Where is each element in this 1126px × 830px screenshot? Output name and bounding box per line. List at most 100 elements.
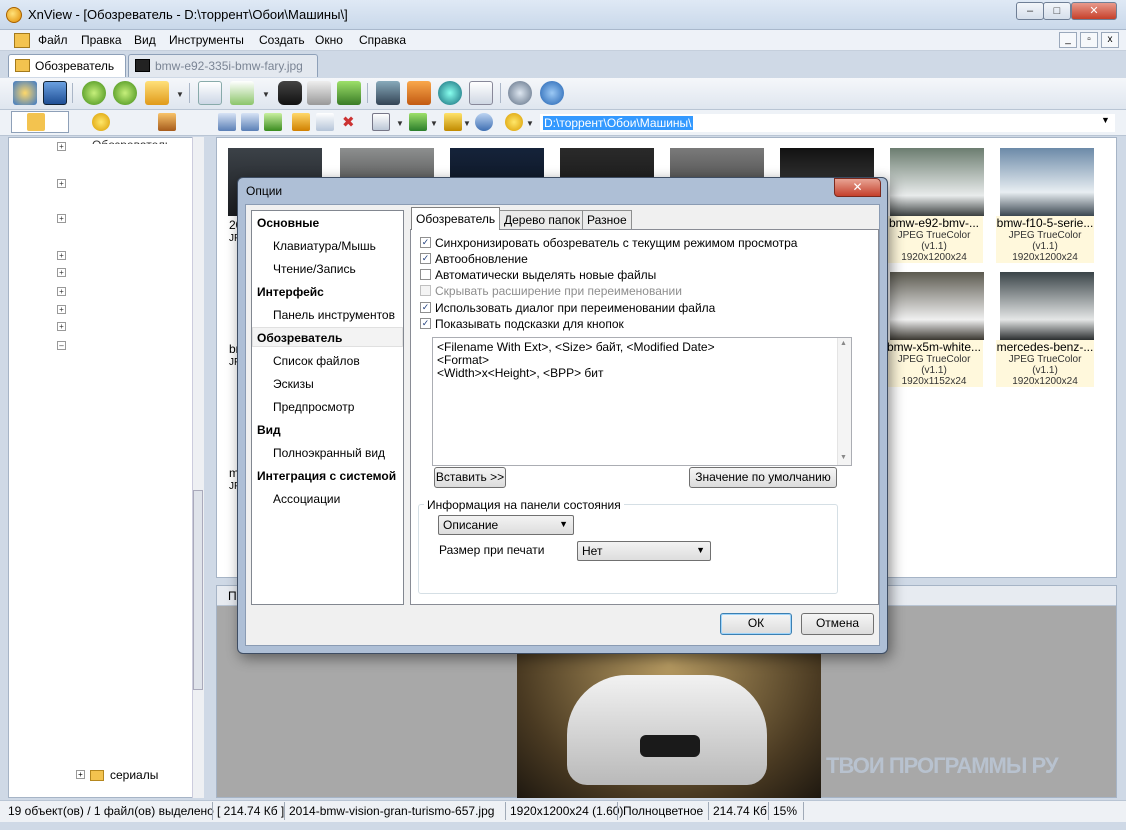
forward-arrow-icon[interactable] [241,113,259,131]
cancel-button[interactable]: Отмена [801,613,874,635]
checkbox-rename-dialog[interactable]: ✓ [420,302,431,313]
info-icon[interactable] [198,81,222,105]
address-input[interactable]: D:\торрент\Обои\Машины\ [540,114,1115,132]
nav-browser[interactable]: Обозреватель [257,331,342,345]
checkbox-tooltips[interactable]: ✓ [420,318,431,329]
menu-edit[interactable]: Правка [81,33,122,47]
thumbnail-image[interactable] [890,272,984,340]
slideshow-icon[interactable] [337,81,361,105]
info-circle-icon[interactable] [540,81,564,105]
nav-view[interactable]: Вид [257,423,281,437]
thumbnail-image[interactable] [890,148,984,216]
binoculars-icon[interactable] [278,81,302,105]
favorites-star-icon[interactable] [505,113,523,131]
chevron-down-icon[interactable]: ▼ [526,119,534,128]
nav-basic[interactable]: Основные [257,216,319,230]
tree-scrollbar[interactable] [192,137,204,798]
menu-create[interactable]: Создать [259,33,305,47]
tree-expander[interactable]: + [57,179,66,188]
tab-image[interactable]: bmw-e92-335i-bmw-fary.jpg [128,54,318,77]
chevron-down-icon[interactable]: ▼ [176,90,184,99]
view-mode-icon[interactable] [372,113,390,131]
export-icon[interactable] [230,81,254,105]
nav-integration[interactable]: Интеграция с системой [257,469,396,483]
thumbnail-caption[interactable]: mercedes-benz-... JPEG TrueColor (v1.1) … [996,340,1094,387]
tree-item[interactable]: сериалы [110,768,158,782]
rotate-left-icon[interactable] [82,81,106,105]
checkbox-auto-refresh[interactable]: ✓ [420,253,431,264]
page-icon[interactable] [469,81,493,105]
tooltip-template-textarea[interactable] [432,337,852,466]
folder-tree[interactable] [8,137,204,798]
delete-icon[interactable]: ✖ [342,113,355,131]
tree-expander[interactable]: + [57,287,66,296]
thumbnail-image[interactable] [1000,272,1094,340]
nav-toolbar[interactable]: Панель инструментов [273,308,395,322]
rotate-right-icon[interactable] [113,81,137,105]
printer-icon[interactable] [307,81,331,105]
screen-capture-icon[interactable] [407,81,431,105]
refresh-icon[interactable] [475,113,493,131]
tree-expander[interactable]: + [57,142,66,151]
menu-file[interactable]: Файл [38,33,68,47]
tree-scrollbar-thumb[interactable] [193,490,203,690]
nav-read-write[interactable]: Чтение/Запись [273,262,356,276]
menu-window[interactable]: Окно [315,33,343,47]
dialog-tab-browser[interactable]: Обозреватель [411,207,501,230]
dialog-tab-folder-tree[interactable]: Дерево папок [499,210,585,229]
dialog-close-button[interactable]: ✕ [834,178,881,197]
thumbnail-image[interactable] [1000,148,1094,216]
default-value-button[interactable]: Значение по умолчанию [689,467,837,488]
nav-preview[interactable]: Предпросмотр [273,400,354,414]
menu-help[interactable]: Справка [359,33,406,47]
checkbox-auto-select-new[interactable] [420,269,431,280]
rename-icon[interactable] [316,113,334,131]
gear-icon[interactable] [508,81,532,105]
close-window-button[interactable]: ✕ [1071,2,1117,20]
convert-icon[interactable] [145,81,169,105]
filter-icon[interactable] [444,113,462,131]
status-info-select[interactable]: Описание ▼ [438,515,574,535]
nav-keyboard-mouse[interactable]: Клавиатура/Мышь [273,239,376,253]
chevron-down-icon[interactable]: ▼ [463,119,471,128]
chevron-down-icon[interactable]: ▼ [430,119,438,128]
back-arrow-icon[interactable] [218,113,236,131]
sort-icon[interactable] [409,113,427,131]
new-folder-icon[interactable] [292,113,310,131]
nav-associations[interactable]: Ассоциации [273,492,340,506]
nav-file-list[interactable]: Список файлов [273,354,360,368]
scroll-up-icon[interactable]: ▲ [840,340,847,347]
maximize-button[interactable]: □ [1043,2,1071,20]
mdi-restore-button[interactable]: ▫ [1080,32,1098,48]
mdi-minimize-button[interactable]: _ [1059,32,1077,48]
print-size-select[interactable]: Нет ▼ [577,541,711,561]
checkbox-hide-extension[interactable] [420,285,431,296]
categories-icon[interactable] [158,113,176,131]
scroll-down-icon[interactable]: ▼ [840,454,847,461]
tree-item[interactable]: Обозреватель [92,138,171,144]
insert-button[interactable]: Вставить >> [434,467,506,488]
up-arrow-icon[interactable] [264,113,282,131]
tree-expander[interactable]: + [57,214,66,223]
camera-icon[interactable] [376,81,400,105]
dialog-tab-misc[interactable]: Разное [582,210,632,229]
pane-splitter[interactable] [207,137,213,798]
chevron-down-icon[interactable]: ▼ [396,119,404,128]
browser-icon[interactable] [13,81,37,105]
menu-view[interactable]: Вид [134,33,156,47]
checkbox-sync-browser[interactable]: ✓ [420,237,431,248]
tree-expander[interactable]: + [57,268,66,277]
chevron-down-icon[interactable]: ▼ [262,90,270,99]
menu-tools[interactable]: Инструменты [169,33,244,47]
favorites-star-icon[interactable] [92,113,110,131]
ok-button[interactable]: ОК [720,613,792,635]
thumbnail-caption[interactable]: bmw-f10-5-serie... JPEG TrueColor (v1.1)… [996,216,1094,263]
minimize-button[interactable]: – [1016,2,1044,20]
nav-interface[interactable]: Интерфейс [257,285,324,299]
thumbnail-caption[interactable]: bmw-e92-bmv-... JPEG TrueColor (v1.1) 19… [885,216,983,263]
tree-expander[interactable]: + [57,305,66,314]
nav-fullscreen[interactable]: Полноэкранный вид [273,446,385,460]
chevron-down-icon[interactable]: ▼ [1101,115,1110,125]
web-icon[interactable] [438,81,462,105]
document-menu-icon[interactable] [14,33,30,48]
